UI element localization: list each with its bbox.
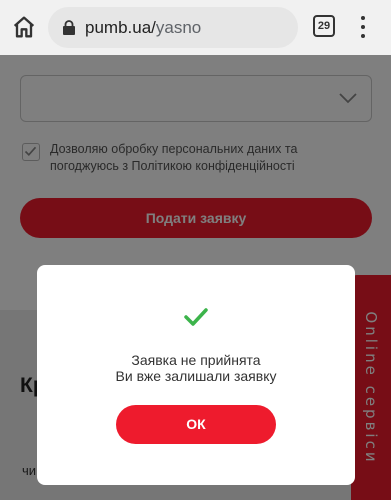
lock-icon [63, 20, 75, 35]
ok-button[interactable]: ОК [116, 405, 276, 444]
address-bar[interactable]: pumb.ua/yasno [48, 7, 298, 48]
home-icon[interactable] [10, 13, 38, 41]
url-text: pumb.ua/yasno [85, 18, 202, 37]
browser-toolbar: pumb.ua/yasno 29 [0, 0, 391, 55]
dialog-message-title: Заявка не прийнята [131, 352, 261, 368]
checkmark-icon [184, 308, 208, 326]
kebab-menu-icon[interactable] [356, 14, 370, 40]
result-dialog: Заявка не прийнята Ви вже залишали заявк… [37, 265, 355, 485]
tab-switcher-button[interactable]: 29 [313, 15, 335, 37]
dialog-message-detail: Ви вже залишали заявку [115, 368, 277, 384]
